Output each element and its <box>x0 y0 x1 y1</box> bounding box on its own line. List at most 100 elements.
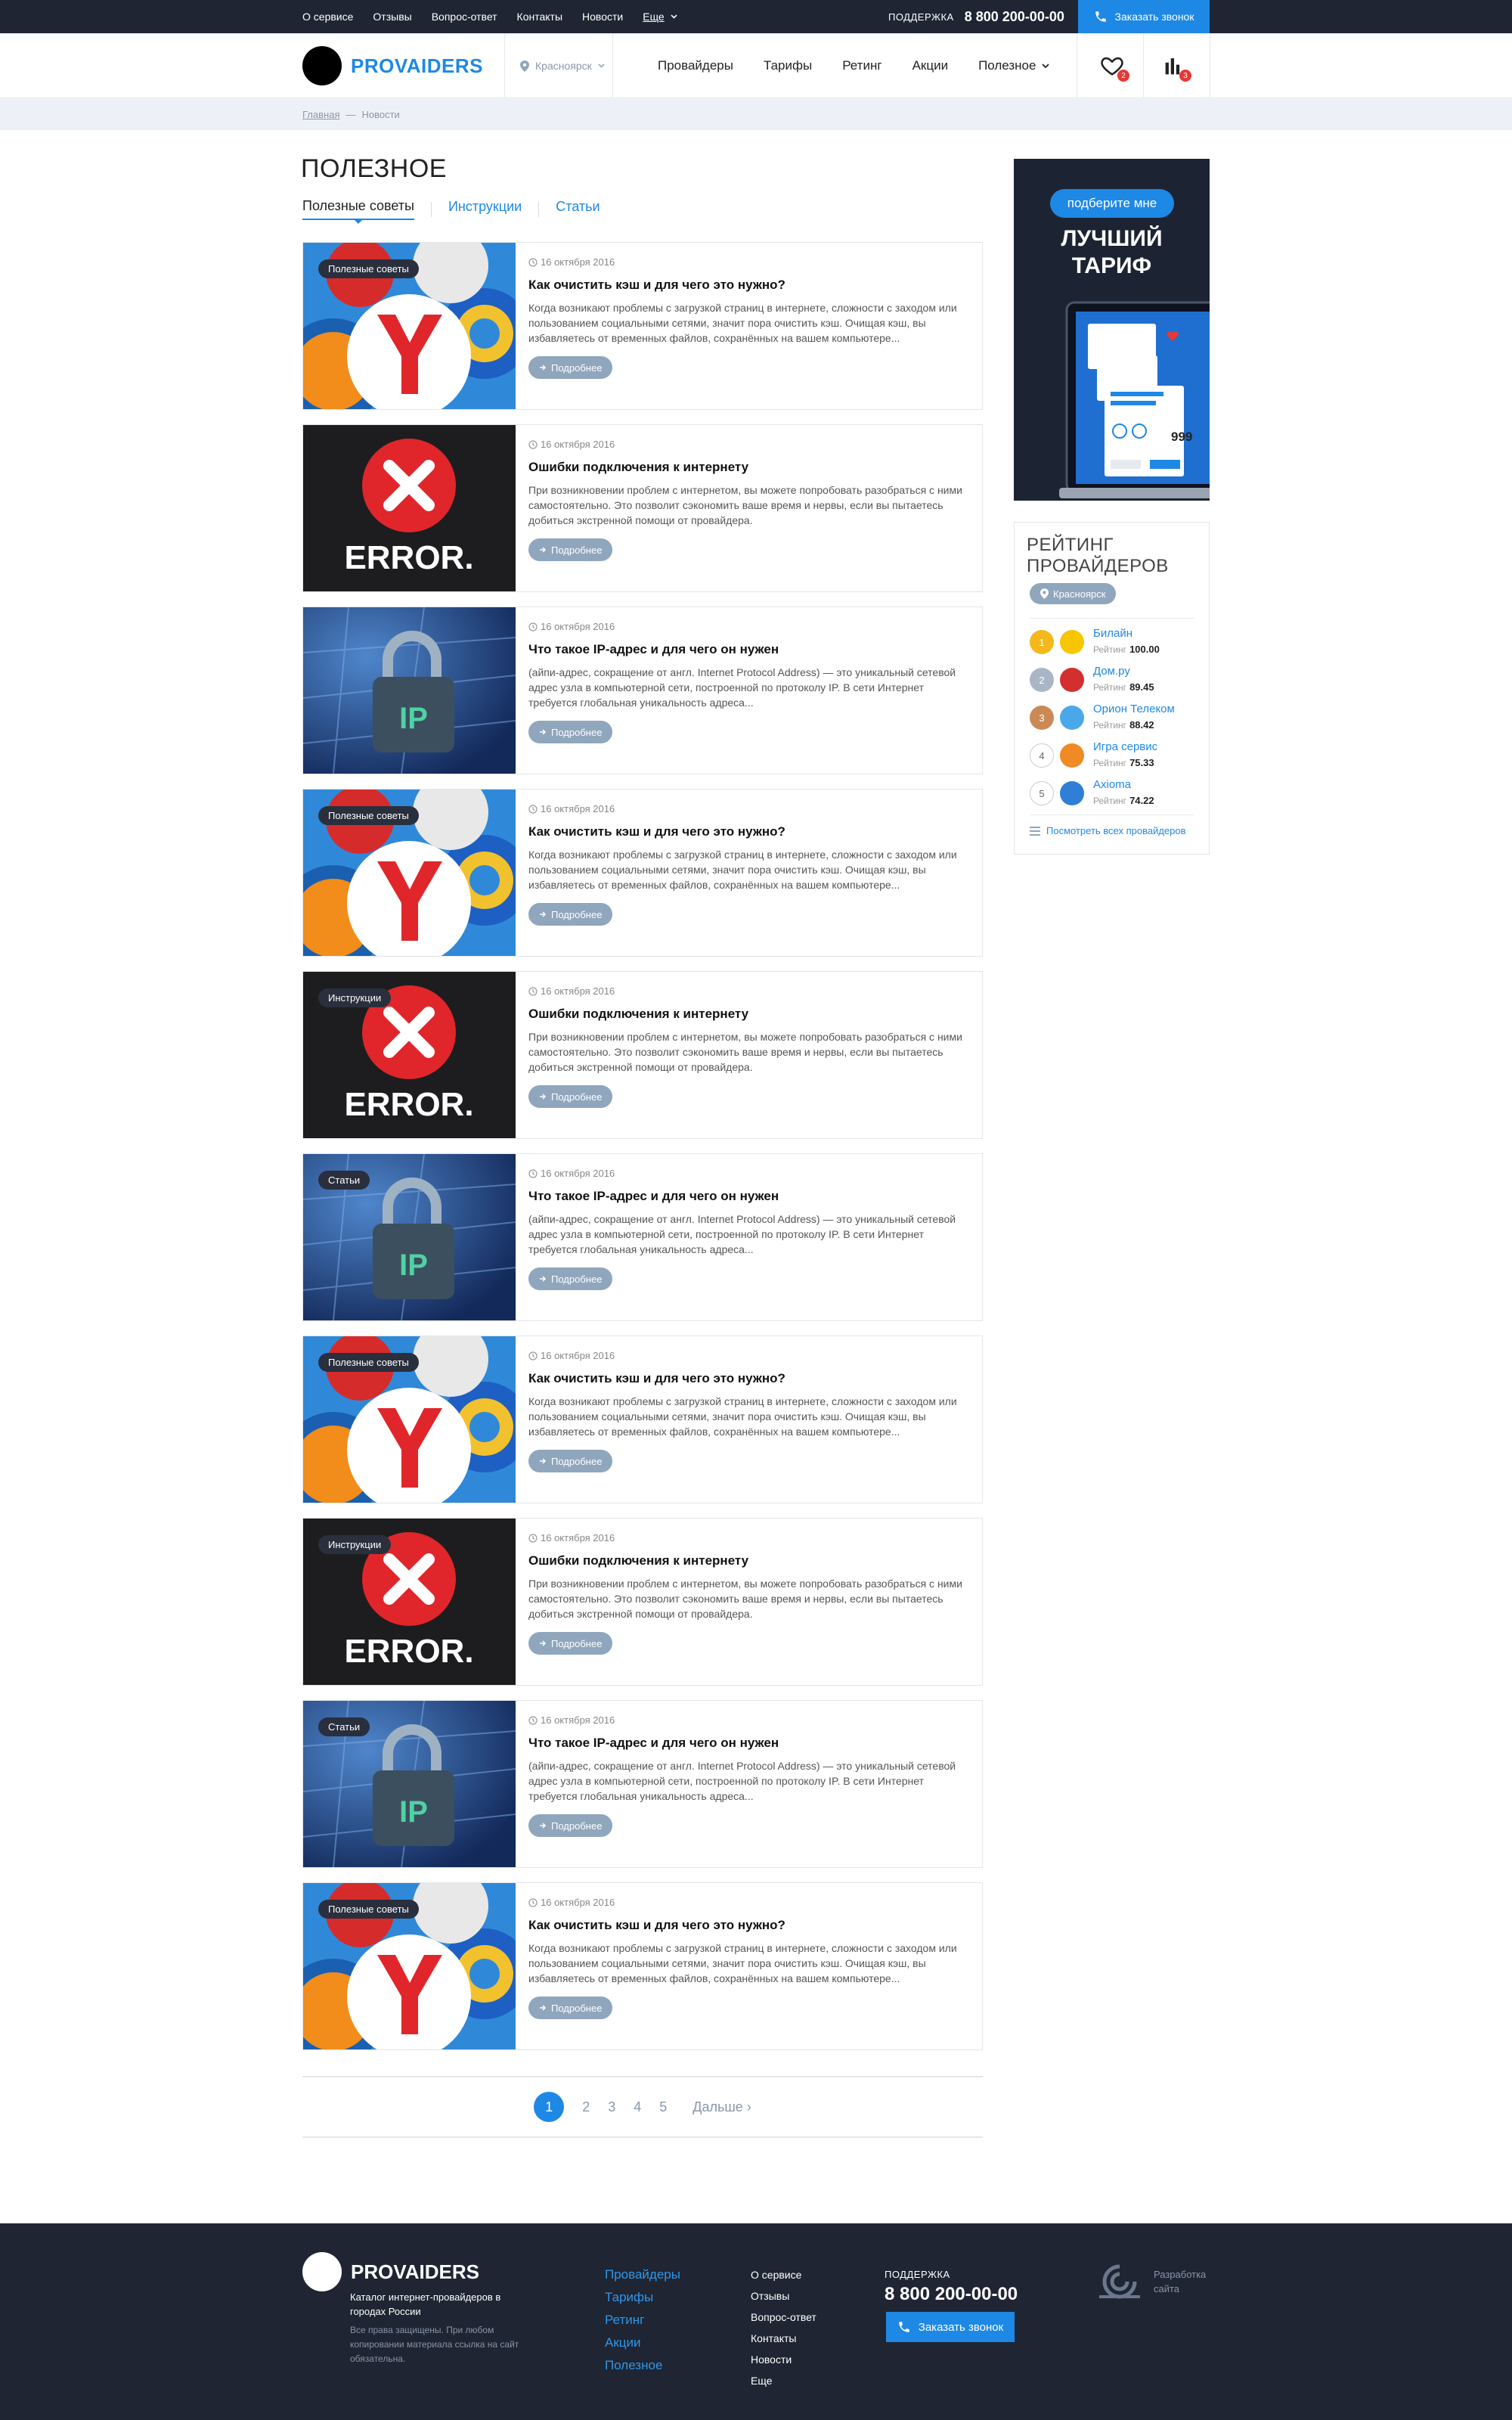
footer-logo[interactable]: PROVAIDERS <box>302 2252 479 2291</box>
article-thumbnail[interactable]: IP Статьи <box>303 1701 516 1867</box>
tab-useful-tips[interactable]: Полезные советы <box>302 198 414 224</box>
footer-link-useful[interactable]: Полезное <box>605 2358 680 2373</box>
provider-name[interactable]: Билайн <box>1093 627 1132 640</box>
article-category-tag[interactable]: Полезные советы <box>318 259 419 278</box>
article-date: 16 октября 2016 <box>528 1897 615 1908</box>
tab-instructions[interactable]: Инструкции <box>448 199 522 219</box>
rating-item[interactable]: 5 Axioma Рейтинг 74.22 <box>1030 778 1196 808</box>
favorites-button[interactable]: 2 <box>1099 53 1129 82</box>
page-link-5[interactable]: 5 <box>659 2099 667 2115</box>
article-category-tag[interactable]: Инструкции <box>318 988 392 1007</box>
footer-link-contacts[interactable]: Контакты <box>751 2332 816 2344</box>
page-link-3[interactable]: 3 <box>608 2099 615 2115</box>
page-link-1[interactable]: 1 <box>534 2092 565 2122</box>
provider-name[interactable]: Игра сервис <box>1093 740 1157 753</box>
article-category-tag[interactable]: Статьи <box>318 1717 370 1736</box>
site-logo[interactable]: PROVAIDERS <box>302 46 483 85</box>
article-read-more-button[interactable]: Подробнее <box>528 1814 613 1837</box>
article-read-more-button[interactable]: Подробнее <box>528 1632 613 1655</box>
footer-link-faq[interactable]: Вопрос-ответ <box>751 2311 816 2323</box>
article-title[interactable]: Как очистить кэш и для чего это нужно? <box>528 1918 785 1933</box>
top-link-more[interactable]: Еще <box>643 11 677 23</box>
article-title[interactable]: Как очистить кэш и для чего это нужно? <box>528 824 785 839</box>
chevron-down-icon <box>1042 63 1050 68</box>
article-thumbnail[interactable]: Полезные советы <box>303 1336 516 1503</box>
article-title[interactable]: Что такое IP-адрес и для чего он нужен <box>528 1189 779 1204</box>
footer-link-rating[interactable]: Ретинг <box>605 2313 680 2328</box>
next-page-link[interactable]: Дальше › <box>692 2099 751 2115</box>
article-read-more-button[interactable]: Подробнее <box>528 721 613 743</box>
nav-rating[interactable]: Ретинг <box>842 58 881 73</box>
article-title[interactable]: Что такое IP-адрес и для чего он нужен <box>528 642 779 657</box>
top-link-news[interactable]: Новости <box>582 11 623 23</box>
article-title[interactable]: Как очистить кэш и для чего это нужно? <box>528 278 785 293</box>
top-link-reviews[interactable]: Отзывы <box>373 11 411 23</box>
article-read-more-button[interactable]: Подробнее <box>528 1996 613 2019</box>
article-category-tag[interactable]: Инструкции <box>318 1535 392 1554</box>
developer-credit[interactable]: Разработка сайта <box>1096 2263 1206 2301</box>
provider-name[interactable]: Орион Телеком <box>1093 703 1175 715</box>
article-thumbnail[interactable]: IP <box>303 607 516 774</box>
provider-rating: Рейтинг 89.45 <box>1093 681 1154 693</box>
top-link-about[interactable]: О сервисе <box>302 11 353 23</box>
rating-item[interactable]: 1 Билайн Рейтинг 100.00 <box>1030 627 1196 657</box>
clock-icon <box>528 804 538 814</box>
rating-item[interactable]: 4 Игра сервис Рейтинг 75.33 <box>1030 740 1196 771</box>
article-thumbnail[interactable]: ERROR. Инструкции <box>303 972 516 1138</box>
view-all-providers-link[interactable]: Посмотреть всех провайдеров <box>1030 825 1186 836</box>
article-read-more-button[interactable]: Подробнее <box>528 538 613 561</box>
provider-name[interactable]: Axioma <box>1093 778 1131 791</box>
article-read-more-button[interactable]: Подробнее <box>528 1267 613 1290</box>
rating-city-pill[interactable]: Красноярск <box>1030 583 1117 604</box>
top-link-contacts[interactable]: Контакты <box>517 11 562 23</box>
compare-button[interactable]: 3 <box>1161 53 1191 82</box>
nav-useful[interactable]: Полезное <box>978 58 1050 73</box>
page-link-4[interactable]: 4 <box>634 2099 641 2115</box>
footer-link-promotions[interactable]: Акции <box>605 2335 680 2350</box>
article-excerpt: (айпи-адрес, сокращение от англ. Interne… <box>528 1760 956 1802</box>
article-thumbnail[interactable]: Полезные советы <box>303 243 516 409</box>
footer-link-providers[interactable]: Провайдеры <box>605 2267 680 2282</box>
footer-callback-button[interactable]: Заказать звонок <box>886 2312 1015 2342</box>
footer-link-more[interactable]: Еще <box>751 2375 816 2387</box>
footer-support-phone[interactable]: 8 800 200-00-00 <box>885 2284 1018 2305</box>
breadcrumb-home[interactable]: Главная <box>302 109 339 120</box>
article-title[interactable]: Как очистить кэш и для чего это нужно? <box>528 1371 785 1386</box>
rating-item[interactable]: 2 Дом.ру Рейтинг 89.45 <box>1030 665 1196 695</box>
article-thumbnail[interactable]: Полезные советы <box>303 790 516 956</box>
article-thumbnail[interactable]: ERROR. <box>303 425 516 591</box>
article-thumbnail[interactable]: Полезные советы <box>303 1883 516 2049</box>
article-read-more-button[interactable]: Подробнее <box>528 1085 613 1108</box>
best-tariff-banner[interactable]: подберите мне ЛУЧШИЙ ТАРИФ 999 <box>1014 159 1210 501</box>
nav-providers[interactable]: Провайдеры <box>658 58 733 73</box>
article-read-more-button[interactable]: Подробнее <box>528 1450 613 1472</box>
developer-logo-icon <box>1099 2264 1140 2299</box>
article-category-tag[interactable]: Полезные советы <box>318 1900 419 1919</box>
support-phone[interactable]: 8 800 200-00-00 <box>965 9 1064 25</box>
article-title[interactable]: Ошибки подключения к интернету <box>528 1553 748 1568</box>
callback-button[interactable]: Заказать звонок <box>1078 0 1210 33</box>
article-category-tag[interactable]: Полезные советы <box>318 806 419 825</box>
clock-icon <box>528 1168 538 1178</box>
article-title[interactable]: Ошибки подключения к интернету <box>528 1007 748 1022</box>
article-thumbnail[interactable]: ERROR. Инструкции <box>303 1519 516 1685</box>
article-category-tag[interactable]: Полезные советы <box>318 1353 419 1372</box>
top-link-faq[interactable]: Вопрос-ответ <box>432 11 497 23</box>
city-selector[interactable]: Красноярск <box>520 33 605 98</box>
footer-link-news[interactable]: Новости <box>751 2353 816 2366</box>
article-category-tag[interactable]: Статьи <box>318 1171 370 1190</box>
article-title[interactable]: Что такое IP-адрес и для чего он нужен <box>528 1736 779 1751</box>
nav-tariffs[interactable]: Тарифы <box>764 58 812 73</box>
article-title[interactable]: Ошибки подключения к интернету <box>528 460 748 475</box>
provider-name[interactable]: Дом.ру <box>1093 665 1130 678</box>
nav-promotions[interactable]: Акции <box>912 58 949 73</box>
footer-link-tariffs[interactable]: Тарифы <box>605 2290 680 2305</box>
tab-articles[interactable]: Статьи <box>556 199 600 219</box>
article-read-more-button[interactable]: Подробнее <box>528 356 613 379</box>
page-link-2[interactable]: 2 <box>582 2099 590 2115</box>
footer-link-about[interactable]: О сервисе <box>751 2269 816 2281</box>
footer-link-reviews[interactable]: Отзывы <box>751 2290 816 2302</box>
article-thumbnail[interactable]: IP Статьи <box>303 1154 516 1320</box>
article-read-more-button[interactable]: Подробнее <box>528 903 613 926</box>
rating-item[interactable]: 3 Орион Телеком Рейтинг 88.42 <box>1030 703 1196 733</box>
